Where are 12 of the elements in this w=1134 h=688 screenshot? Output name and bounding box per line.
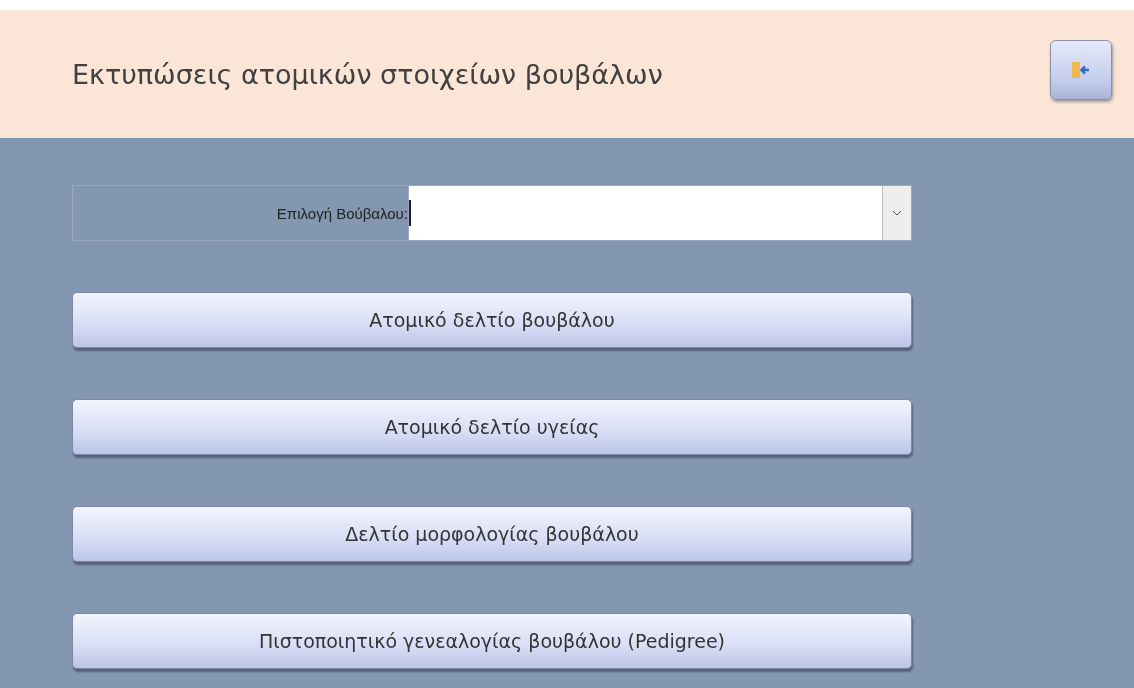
buffalo-combo-box[interactable]	[408, 185, 912, 241]
report-button[interactable]: Ατομικό δελτίο υγείας	[72, 399, 912, 455]
chevron-down-icon	[892, 210, 902, 216]
text-cursor	[409, 200, 411, 226]
report-button[interactable]: Δελτίο μορφολογίας βουβάλου	[72, 506, 912, 562]
exit-button[interactable]	[1050, 40, 1112, 100]
dropdown-button[interactable]	[882, 186, 911, 240]
selector-label: Επιλογή Βούβαλου:	[72, 185, 408, 241]
page-title: Εκτυπώσεις ατομικών στοιχείων βουβάλων	[72, 58, 663, 90]
exit-door-icon	[1071, 61, 1091, 79]
report-button[interactable]: Ατομικό δελτίο βουβάλου	[72, 292, 912, 348]
report-button[interactable]: Πιστοποιητικό γενεαλογίας βουβάλου (Pedigree)	[72, 613, 912, 669]
